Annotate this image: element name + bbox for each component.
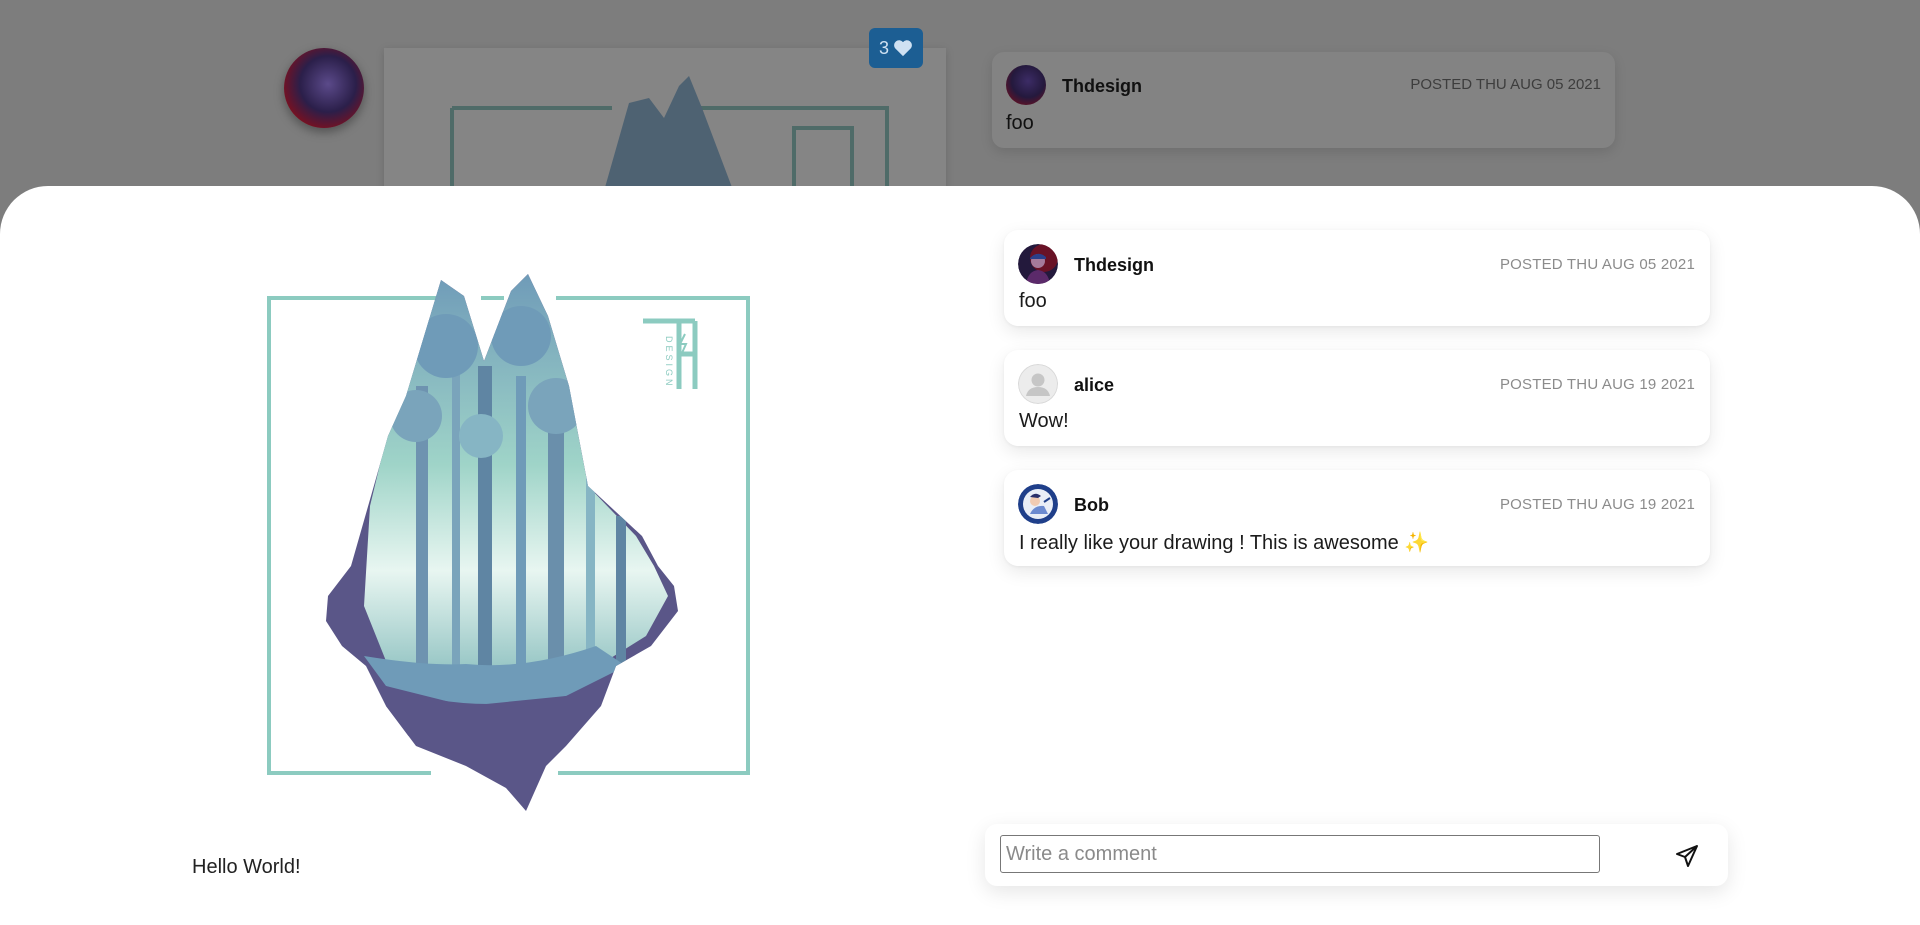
paper-plane-icon [1676,845,1698,867]
logo-text: DESIGN [664,336,674,389]
background-comment: Thdesign POSTED THU AUG 05 2021 foo [992,52,1615,148]
likes-badge[interactable]: 3 [869,28,923,68]
background-post-image[interactable] [384,48,946,198]
default-user-icon [1018,364,1058,404]
comment-date: POSTED THU AUG 05 2021 [1410,76,1601,93]
profile-photo-icon [1018,484,1058,524]
avatar[interactable] [1018,364,1058,404]
comments-list: Thdesign POSTED THU AUG 05 2021 foo alic… [1004,230,1710,590]
comment-author: Thdesign [1062,76,1142,96]
comment-composer [985,824,1728,886]
comment-author[interactable]: Thdesign [1074,255,1154,276]
comment-text-row: I really like your drawing ! This is awe… [1019,530,1429,555]
likes-count: 3 [878,37,889,58]
avatar [1006,65,1046,105]
wolf-forest-illustration: DESIGN [267,274,750,811]
comment-input[interactable] [1000,835,1600,873]
comment-text: Wow! [1019,410,1069,432]
background-artwork [450,76,889,198]
avatar[interactable] [1018,244,1058,284]
comment-text: I really like your drawing ! This is awe… [1019,532,1399,554]
comment-card: Bob POSTED THU AUG 19 2021 I really like… [1004,470,1710,566]
comment-date: POSTED THU AUG 05 2021 [1499,256,1695,273]
send-comment-button[interactable] [1673,842,1701,870]
post-author-avatar[interactable] [284,48,364,128]
post-detail-modal: DESIGN Hello World! Thdesign POSTED THU … [0,186,1920,925]
comment-date: POSTED THU AUG 19 2021 [1499,496,1695,513]
comment-text: foo [1006,112,1034,134]
sparkle-emoji: ✨ [1404,532,1430,554]
comment-author[interactable]: alice [1074,375,1114,396]
post-artwork: DESIGN [266,266,752,826]
avatar[interactable] [1018,484,1058,524]
comment-card: Thdesign POSTED THU AUG 05 2021 foo [1004,230,1710,326]
post-caption: Hello World! [192,856,301,878]
comment-author[interactable]: Bob [1074,495,1109,516]
comment-date: POSTED THU AUG 19 2021 [1499,376,1695,393]
profile-photo-icon [1018,244,1058,284]
comment-text: foo [1019,290,1047,312]
design-logo: DESIGN [643,318,698,389]
comment-card: alice POSTED THU AUG 19 2021 Wow! [1004,350,1710,446]
heart-icon [894,40,912,57]
